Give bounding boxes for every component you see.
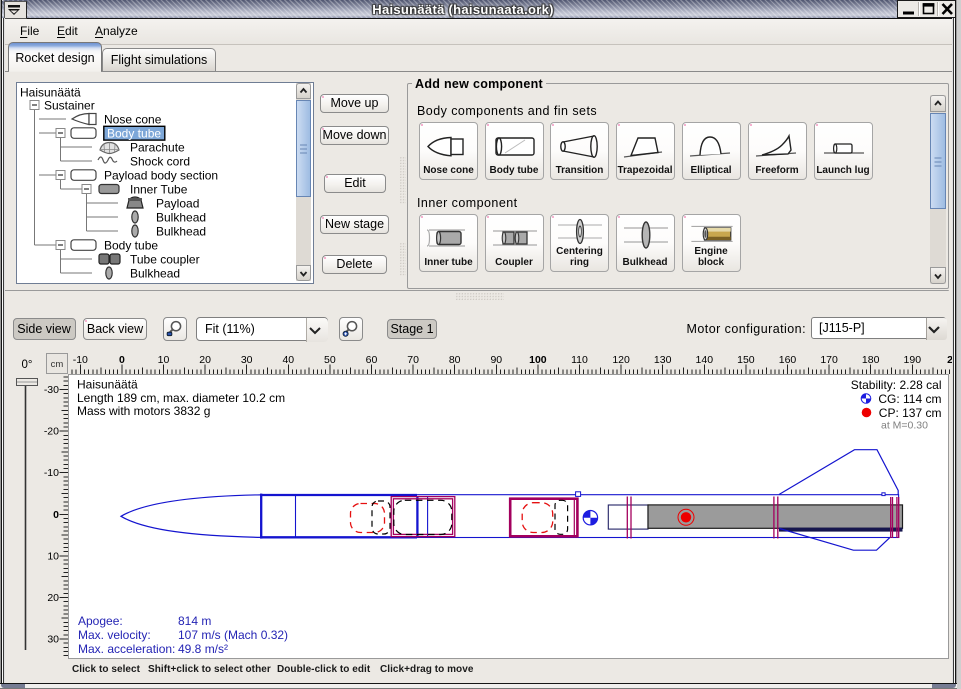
svg-text:180: 180 [862,354,880,366]
svg-text:Inner Tube: Inner Tube [130,183,188,197]
svg-text:50: 50 [324,354,336,366]
svg-text:100: 100 [529,354,547,366]
svg-text:Bulkhead: Bulkhead [156,225,206,239]
svg-text:140: 140 [696,354,714,366]
svg-text:cm: cm [51,359,64,370]
svg-text:20: 20 [199,354,211,366]
svg-text:150: 150 [737,354,755,366]
svg-text:170: 170 [820,354,838,366]
svg-text:120: 120 [612,354,630,366]
svg-text:Shock cord: Shock cord [130,155,190,169]
svg-text:Stability: 2.28 cal: Stability: 2.28 cal [851,378,942,392]
svg-text:Payload: Payload [156,197,199,211]
svg-text:0°: 0° [22,359,33,371]
svg-text:CP: 137 cm: CP: 137 cm [879,406,942,420]
svg-text:Apogee:: Apogee: [78,614,123,628]
svg-text:160: 160 [779,354,797,366]
svg-text:Bulkhead: Bulkhead [156,211,206,225]
svg-text:20: 20 [47,592,59,604]
svg-text:70: 70 [407,354,419,366]
svg-text:30: 30 [47,634,59,646]
svg-text:Mass with motors 3832 g: Mass with motors 3832 g [77,404,210,418]
svg-text:30: 30 [241,354,253,366]
svg-text:-10: -10 [73,354,88,366]
svg-text:80: 80 [449,354,461,366]
svg-text:0: 0 [119,354,125,366]
svg-text:Max. acceleration:: Max. acceleration: [78,642,175,656]
svg-text:130: 130 [654,354,672,366]
svg-text:-30: -30 [44,384,59,396]
svg-text:-10: -10 [44,467,59,479]
svg-text:Max. velocity:: Max. velocity: [78,628,151,642]
svg-text:10: 10 [47,550,59,562]
svg-text:Body tube: Body tube [104,239,158,253]
svg-text:Nose cone: Nose cone [104,113,162,127]
svg-text:0: 0 [53,509,59,521]
svg-text:-20: -20 [44,426,59,438]
svg-text:Haisunäätä: Haisunäätä [20,86,81,100]
svg-text:107 m/s (Mach 0.32): 107 m/s (Mach 0.32) [178,628,288,642]
svg-text:110: 110 [571,354,588,366]
svg-text:40: 40 [282,354,294,366]
svg-text:Payload body section: Payload body section [104,169,218,183]
svg-text:Sustainer: Sustainer [44,99,95,113]
svg-text:190: 190 [904,354,922,366]
svg-text:Haisunäätä: Haisunäätä [77,378,138,392]
svg-text:Length 189 cm, max. diameter 1: Length 189 cm, max. diameter 10.2 cm [77,391,285,405]
svg-text:90: 90 [490,354,502,366]
svg-text:814 m: 814 m [178,614,211,628]
svg-text:CG: 114 cm: CG: 114 cm [878,392,941,406]
svg-text:Parachute: Parachute [130,141,185,155]
svg-text:Bulkhead: Bulkhead [130,267,180,281]
svg-text:49.8 m/s²: 49.8 m/s² [178,642,228,656]
svg-text:10: 10 [158,354,170,366]
svg-text:at M=0.30: at M=0.30 [881,420,928,432]
svg-text:60: 60 [366,354,378,366]
svg-text:Tube coupler: Tube coupler [130,253,200,267]
svg-text:Body tube: Body tube [107,127,161,141]
